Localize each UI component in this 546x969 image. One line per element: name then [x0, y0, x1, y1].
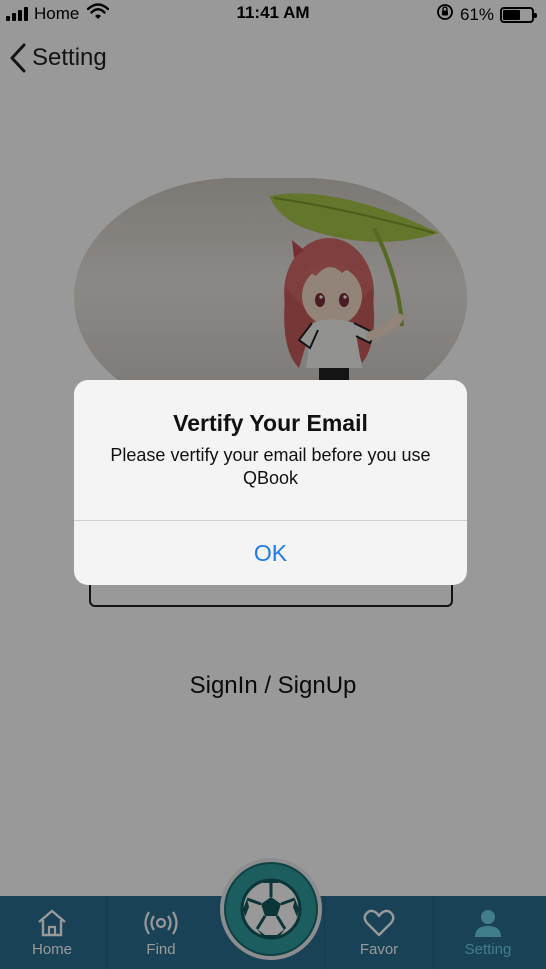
alert-message: Please vertify your email before you use… [110, 445, 431, 488]
ok-button[interactable]: OK [74, 521, 467, 585]
alert-title: Vertify Your Email [173, 410, 368, 436]
alert-dialog: Vertify Your Email Please vertify your e… [74, 380, 467, 585]
